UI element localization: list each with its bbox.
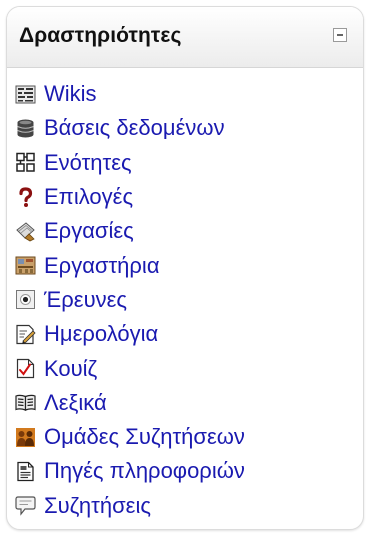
activity-link-assignments[interactable]: Εργασίες	[15, 220, 134, 242]
activity-link-surveys[interactable]: Έρευνες	[15, 286, 128, 312]
activity-label: Βάσεις δεδομένων	[44, 115, 225, 141]
activity-label: Εργαστήρια	[44, 252, 160, 278]
database-icon	[15, 118, 36, 139]
question-icon	[15, 186, 36, 208]
list-item: Εργασίες	[15, 214, 355, 248]
forum-icon	[15, 427, 36, 448]
activity-link-sections[interactable]: Ενότητες	[15, 149, 132, 175]
list-item: Κουίζ	[15, 351, 355, 385]
activity-label: Έρευνες	[44, 286, 128, 312]
resource-icon	[15, 461, 36, 482]
activity-label: Ομάδες Συζητήσεων	[44, 424, 245, 450]
activity-link-chats[interactable]: Συζητήσεις	[15, 492, 151, 518]
activity-label: Κουίζ	[44, 355, 98, 381]
block-header: Δραστηριότητες	[7, 7, 363, 68]
activity-label: Ενότητες	[44, 149, 132, 175]
collapse-icon[interactable]	[333, 28, 347, 42]
wiki-icon	[15, 84, 36, 105]
list-item: Βάσεις δεδομένων	[15, 111, 355, 145]
activity-link-workshops[interactable]: Εργαστήρια	[15, 252, 160, 278]
activity-label: Ημερολόγια	[44, 321, 159, 347]
activity-link-wikis[interactable]: Wikis	[15, 83, 97, 105]
activity-link-quizzes[interactable]: Κουίζ	[15, 355, 98, 381]
workshop-icon	[15, 255, 36, 276]
list-item: Ενότητες	[15, 146, 355, 180]
journal-icon	[15, 324, 36, 345]
activity-label: Συζητήσεις	[44, 492, 151, 518]
list-item: Ημερολόγια	[15, 317, 355, 351]
activity-label: Πηγές πληροφοριών	[44, 458, 245, 484]
survey-icon	[15, 289, 36, 310]
activity-link-forums[interactable]: Ομάδες Συζητήσεων	[15, 426, 245, 448]
activity-link-resources[interactable]: Πηγές πληροφοριών	[15, 460, 245, 482]
sections-icon	[15, 152, 36, 173]
list-item: Επιλογές	[15, 180, 355, 214]
list-item: Ομάδες Συζητήσεων	[15, 420, 355, 454]
chat-icon	[15, 495, 36, 516]
activity-label: Εργασίες	[44, 218, 134, 244]
activity-link-glossaries[interactable]: Λεξικά	[15, 389, 107, 415]
quiz-icon	[15, 358, 36, 379]
activity-link-choices[interactable]: Επιλογές	[15, 186, 133, 208]
activities-block: Δραστηριότητες Wikis Βάσεις δεδομένων Εν…	[6, 6, 364, 530]
list-item: Εργαστήρια	[15, 248, 355, 282]
list-item: Έρευνες	[15, 283, 355, 317]
list-item: Συζητήσεις	[15, 489, 355, 523]
assignment-icon	[15, 221, 36, 242]
activities-list: Wikis Βάσεις δεδομένων Ενότητες Επιλογές…	[15, 77, 355, 523]
activity-label: Wikis	[44, 81, 97, 107]
glossary-icon	[15, 392, 36, 413]
activity-label: Επιλογές	[44, 184, 134, 210]
list-item: Wikis	[15, 77, 355, 111]
activity-label: Λεξικά	[44, 389, 107, 415]
activity-link-journals[interactable]: Ημερολόγια	[15, 323, 158, 345]
block-title: Δραστηριότητες	[19, 24, 182, 47]
list-item: Πηγές πληροφοριών	[15, 454, 355, 488]
list-item: Λεξικά	[15, 386, 355, 420]
activity-link-databases[interactable]: Βάσεις δεδομένων	[15, 117, 225, 139]
